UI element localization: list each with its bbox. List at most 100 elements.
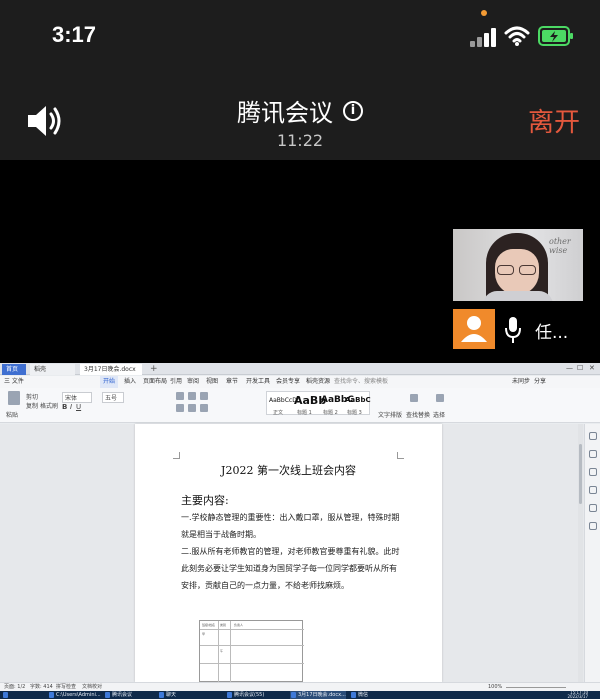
side-tool-icon[interactable]	[589, 432, 597, 440]
tab-docer[interactable]: 稻壳	[30, 364, 75, 375]
italic-icon[interactable]: I	[70, 403, 72, 411]
microphone-icon[interactable]	[503, 316, 523, 344]
copy-button[interactable]: 复制	[26, 401, 38, 410]
tab-home[interactable]: 首页	[2, 364, 26, 375]
new-tab-button[interactable]: +	[146, 364, 158, 375]
font-size-select[interactable]: 五号	[102, 392, 125, 403]
minimize-icon[interactable]: —	[566, 364, 573, 372]
document-paragraph-2: 二.服从所有老师教官的管理，对老师教官要尊重有礼貌。此时此刻务必要让学生知道身为…	[181, 547, 400, 590]
side-tool-icon[interactable]	[589, 522, 597, 530]
table-cell: 班级/姓名	[202, 623, 216, 627]
meeting-header: 3:17 腾讯会议 i 11:22 离开	[0, 0, 600, 160]
indent-icon[interactable]	[200, 392, 208, 400]
document-page[interactable]: J2022 第一次线上班会内容 主要内容: 一.学校静态管理的重要性：出入戴口罩…	[135, 424, 442, 683]
side-tool-icon[interactable]	[589, 450, 597, 458]
menu-layout[interactable]: 页面布局	[143, 376, 167, 388]
maximize-icon[interactable]: ☐	[577, 364, 583, 372]
sync-status[interactable]: 未同步	[512, 376, 530, 388]
taskbar-item-explorer[interactable]: C:\Users\Admini...	[48, 691, 101, 699]
text-layout-button[interactable]: 文字排版	[378, 410, 402, 419]
meeting-app: 3:17 腾讯会议 i 11:22 离开 other wise 任... 首页 …	[0, 0, 600, 699]
windows-taskbar: C:\Users\Admini... 腾讯会议 聊天 腾讯会议(55) 3月17…	[0, 691, 600, 699]
table-cell: 负责人	[234, 623, 244, 627]
style-h3-sample[interactable]: AaBbC	[345, 396, 371, 404]
wifi-icon	[504, 26, 530, 46]
style-h2-label: 标题 2	[323, 410, 338, 416]
wps-tab-bar: 首页 稻壳 3月17日晚会.docx + — ☐ ✕	[0, 363, 600, 375]
taskbar-item-document[interactable]: 3月17日晚会.docx...	[290, 691, 346, 699]
styles-gallery: AaBbCcDd 正文 AaBb 标题 1 AaBbC 标题 2 AaBbC 标…	[266, 391, 371, 416]
system-tray-clock[interactable]: 15:17:10 2022/3/17	[548, 691, 588, 699]
document-paragraph-1: 一.学校静态管理的重要性：出入戴口罩，服从管理，特殊时期就是相当于战备时期。	[181, 513, 400, 539]
info-icon[interactable]: i	[343, 100, 363, 121]
mic-in-use-indicator	[481, 10, 487, 16]
format-painter-button[interactable]: 格式刷	[40, 401, 58, 410]
meeting-title-text: 腾讯会议	[237, 99, 333, 127]
taskbar-item-wechat[interactable]: 微信	[350, 691, 368, 699]
menu-docer-resources[interactable]: 稻壳资源	[306, 376, 330, 388]
taskbar-item-tencent-meeting-2[interactable]: 腾讯会议(55)	[226, 691, 264, 699]
menu-insert[interactable]: 插入	[124, 376, 136, 388]
menu-bar: 三 文件 开始 插入 页面布局 引用 审阅 视图 章节 开发工具 会员专享 稻壳…	[0, 376, 600, 388]
side-tool-icon[interactable]	[589, 504, 597, 512]
cellular-signal-icon	[470, 27, 498, 47]
find-icon[interactable]	[410, 394, 418, 402]
align-center-icon[interactable]	[188, 404, 196, 412]
participant-bar: 任...	[453, 309, 583, 349]
cut-button[interactable]: 剪切	[26, 392, 38, 401]
font-name-select[interactable]: 宋体	[62, 392, 93, 403]
menu-file[interactable]: 三 文件	[4, 376, 24, 388]
taskbar-item-chat[interactable]: 聊天	[158, 691, 176, 699]
leave-button[interactable]: 离开	[528, 102, 580, 139]
side-tool-icon[interactable]	[589, 486, 597, 494]
close-icon[interactable]: ✕	[589, 364, 595, 372]
select-button[interactable]: 选择	[433, 410, 445, 419]
style-normal-label: 正文	[273, 410, 284, 416]
tab-document[interactable]: 3月17日晚会.docx	[80, 364, 142, 375]
menu-home[interactable]: 开始	[100, 376, 119, 388]
align-left-icon[interactable]	[176, 404, 184, 412]
command-search[interactable]: 查找命令、搜索模板	[334, 376, 388, 388]
share-button[interactable]: 分享	[534, 376, 546, 388]
menu-view[interactable]: 视图	[206, 376, 218, 388]
participant-video-thumbnail[interactable]: other wise	[453, 229, 583, 301]
start-button[interactable]	[2, 691, 12, 699]
shared-screen: 首页 稻壳 3月17日晚会.docx + — ☐ ✕ 三 文件 开始 插入 页面…	[0, 363, 600, 699]
table-cell: 类别	[220, 623, 227, 627]
menu-developer[interactable]: 开发工具	[246, 376, 270, 388]
user-icon	[461, 316, 487, 342]
meeting-title: 腾讯会议 i	[0, 93, 600, 128]
right-side-panel	[584, 424, 600, 682]
style-h1-label: 标题 1	[297, 410, 312, 416]
document-title: J2022 第一次线上班会内容	[221, 464, 356, 477]
paste-icon[interactable]	[8, 391, 20, 405]
battery-charging-icon	[538, 26, 573, 46]
underline-icon[interactable]: U	[76, 403, 81, 411]
zoom-slider[interactable]	[506, 687, 566, 688]
find-replace-button[interactable]: 查找替换	[406, 410, 430, 419]
document-workspace: J2022 第一次线上班会内容 主要内容: 一.学校静态管理的重要性：出入戴口罩…	[0, 424, 600, 683]
participant-name: 任...	[535, 323, 569, 343]
side-tool-icon[interactable]	[589, 468, 597, 476]
bold-icon[interactable]: B	[62, 403, 67, 411]
vertical-scrollbar[interactable]	[578, 424, 583, 682]
status-time: 3:17	[52, 22, 97, 47]
tray-date: 2022/3/17	[567, 694, 588, 699]
menu-review[interactable]: 审阅	[187, 376, 199, 388]
document-table: 班级/姓名 类别 负责人 早 午	[199, 620, 304, 683]
glasses	[495, 265, 539, 275]
avatar[interactable]	[453, 309, 495, 349]
menu-member[interactable]: 会员专享	[276, 376, 300, 388]
numbered-list-icon[interactable]	[188, 392, 196, 400]
ribbon-toolbar: 粘贴 剪切 复制 格式刷 宋体 五号 B I U AaBbCcDd 正文 AaB…	[0, 388, 600, 423]
taskbar-item-tencent-meeting[interactable]: 腾讯会议	[104, 691, 132, 699]
menu-chapter[interactable]: 章节	[226, 376, 238, 388]
meeting-elapsed-time: 11:22	[276, 131, 324, 150]
align-right-icon[interactable]	[200, 404, 208, 412]
menu-references[interactable]: 引用	[170, 376, 182, 388]
select-icon[interactable]	[436, 394, 444, 402]
document-status-bar: 页面: 1/2 字数: 414 拼写检查 文档校对 100%	[0, 682, 600, 691]
bullet-list-icon[interactable]	[176, 392, 184, 400]
table-cell: 早	[202, 632, 206, 636]
style-h3-label: 标题 3	[347, 410, 362, 416]
